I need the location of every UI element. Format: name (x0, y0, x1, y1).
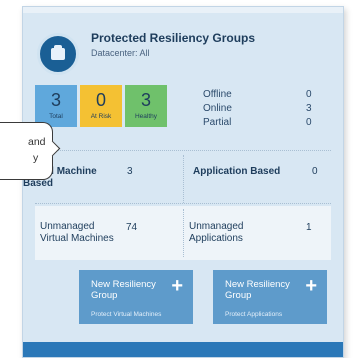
button-line2: Group (225, 290, 252, 301)
new-resiliency-group-app-button[interactable]: New Resiliency Group Protect Application… (213, 270, 327, 324)
vm-based-value[interactable]: 3 (127, 166, 133, 177)
card-footer-bar (23, 342, 343, 357)
stat-offline-value: 0 (306, 89, 312, 100)
stat-online-value: 3 (306, 103, 312, 114)
unmanaged-app-label: Unmanaged Applications (189, 221, 244, 244)
tile-total-label: Total (49, 113, 63, 120)
button-line2: Group (91, 290, 118, 301)
tile-healthy-value: 3 (140, 90, 151, 110)
resiliency-groups-card: Protected Resiliency Groups Datacenter: … (22, 6, 344, 358)
column-divider (183, 209, 184, 257)
tile-healthy[interactable]: 3 Healthy (125, 85, 167, 127)
button-line1: New Resiliency (91, 279, 156, 290)
stat-partial-label: Partial (203, 117, 232, 128)
unmanaged-vm-label: Unmanaged Virtual Machines (40, 221, 114, 244)
tooltip-text-1: and (28, 136, 46, 148)
tile-at-risk-label: At Risk (90, 113, 112, 120)
tooltip-text-2: y (33, 152, 39, 164)
button-subtext: Protect Virtual Machines (91, 311, 162, 318)
plus-icon: + (305, 275, 317, 297)
divider (35, 203, 331, 204)
tile-at-risk[interactable]: 0 At Risk (80, 85, 122, 127)
column-divider (183, 155, 184, 203)
button-line1: New Resiliency (225, 279, 290, 290)
tile-total-value: 3 (50, 90, 61, 110)
unmanaged-vm-value[interactable]: 74 (126, 222, 137, 233)
stat-partial-value: 0 (306, 117, 312, 128)
tile-total[interactable]: 3 Total (35, 85, 77, 127)
button-title: New Resiliency Group (91, 279, 156, 301)
button-subtext: Protect Applications (225, 311, 283, 318)
icon-part (51, 48, 65, 60)
plus-icon: + (171, 275, 183, 297)
card-top-strip (23, 7, 343, 13)
stat-online-label: Online (203, 103, 232, 114)
tile-healthy-label: Healthy (134, 113, 158, 120)
datacenter-filter[interactable]: Datacenter: All (91, 48, 150, 58)
new-resiliency-group-vm-button[interactable]: New Resiliency Group Protect Virtual Mac… (79, 270, 193, 324)
card-title: Protected Resiliency Groups (91, 31, 256, 45)
stat-offline-label: Offline (203, 89, 232, 100)
resiliency-group-icon (37, 33, 79, 75)
app-based-label: Application Based (193, 166, 281, 177)
app-based-value[interactable]: 0 (312, 166, 318, 177)
button-title: New Resiliency Group (225, 279, 290, 301)
tooltip-callout: and y (0, 122, 61, 180)
tile-at-risk-value: 0 (95, 90, 106, 110)
unmanaged-app-value[interactable]: 1 (306, 222, 312, 233)
divider (35, 150, 331, 151)
